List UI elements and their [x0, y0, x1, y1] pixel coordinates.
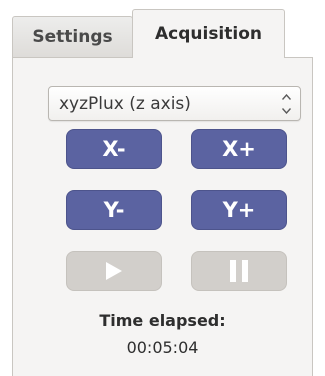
axis-select[interactable]: xyzPlux (z axis)	[48, 86, 301, 121]
x-plus-button[interactable]: X+	[191, 129, 287, 169]
spin-arrows-icon	[281, 94, 291, 114]
chevron-up-icon	[281, 94, 291, 100]
tab-settings-label: Settings	[32, 27, 113, 47]
x-minus-label: X-	[102, 137, 126, 161]
tab-acquisition-label: Acquisition	[154, 24, 262, 44]
acquisition-window: Settings Acquisition xyzPlux (z axis) X-…	[0, 0, 325, 376]
tab-acquisition[interactable]: Acquisition	[132, 9, 285, 58]
x-minus-button[interactable]: X-	[66, 129, 162, 169]
play-icon	[106, 262, 122, 280]
y-minus-label: Y-	[103, 198, 125, 222]
tab-settings[interactable]: Settings	[12, 16, 133, 57]
time-elapsed-value: 00:05:04	[126, 338, 199, 357]
y-plus-button[interactable]: Y+	[191, 190, 287, 230]
pause-icon	[230, 260, 248, 282]
play-button[interactable]	[66, 251, 162, 291]
pause-button[interactable]	[191, 251, 287, 291]
time-elapsed-label: Time elapsed:	[99, 311, 226, 330]
y-plus-label: Y+	[222, 198, 256, 222]
x-plus-label: X+	[222, 137, 256, 161]
axis-select-value: xyzPlux (z axis)	[59, 93, 191, 114]
y-minus-button[interactable]: Y-	[66, 190, 162, 230]
chevron-down-icon	[281, 108, 291, 114]
